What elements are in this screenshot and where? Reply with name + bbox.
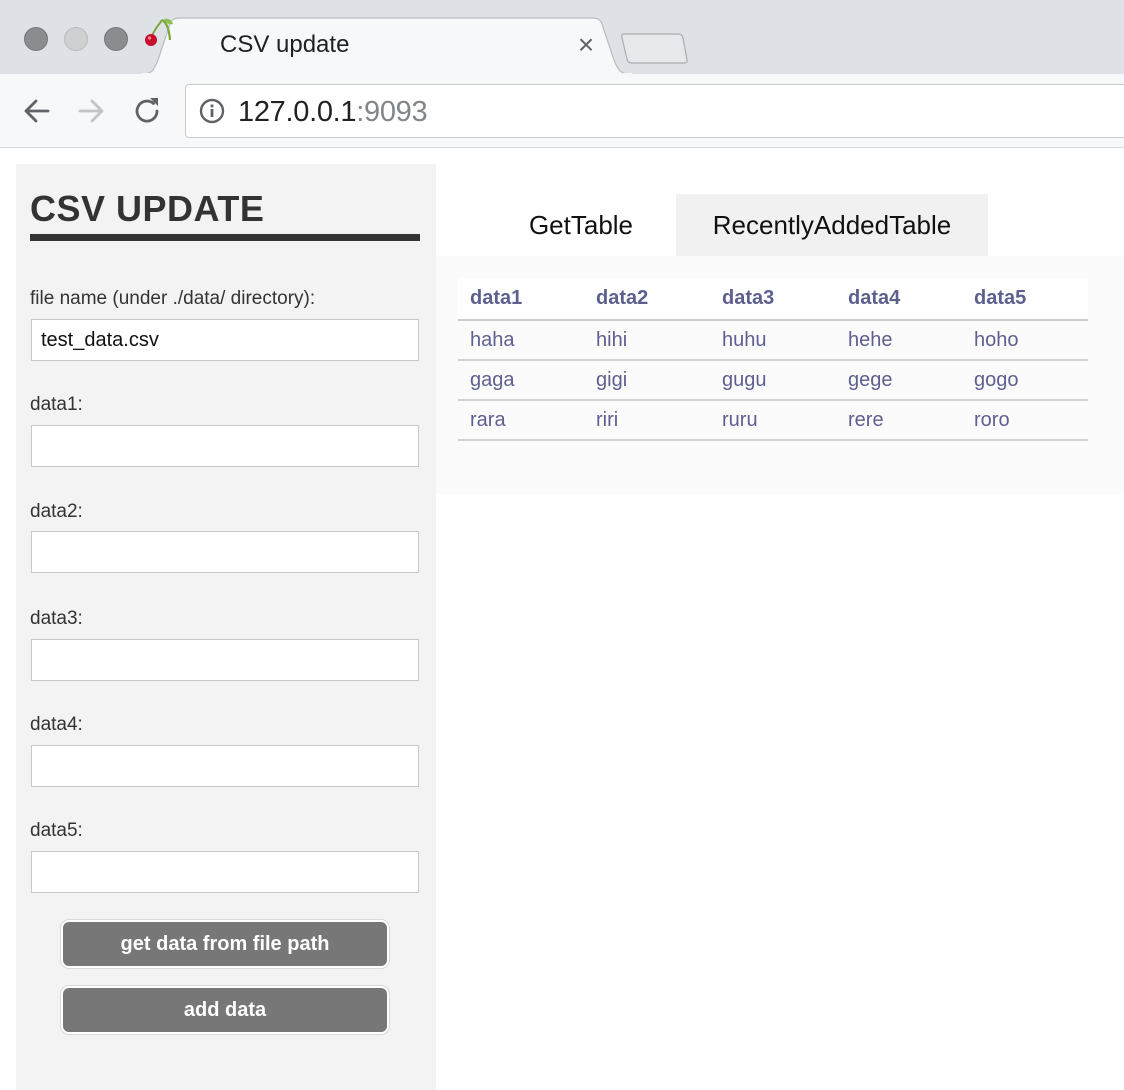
data1-label: data1: — [30, 394, 83, 415]
table-cell: gogo — [962, 360, 1088, 401]
table-cell: gigi — [584, 360, 710, 401]
window-maximize-button[interactable] — [104, 27, 128, 51]
address-bar[interactable]: 127.0.0.1:9093 — [185, 84, 1124, 138]
info-circle-icon[interactable] — [198, 97, 226, 125]
table-cell: rere — [836, 400, 962, 441]
new-tab-button[interactable] — [620, 30, 690, 66]
tab-recently-added-table[interactable]: RecentlyAddedTable — [676, 194, 988, 256]
cherry-icon — [145, 18, 173, 46]
data-table: data1 data2 data3 data4 data5 haha hihi … — [458, 278, 1088, 441]
column-header: data5 — [962, 278, 1088, 321]
get-data-button[interactable]: get data from file path — [61, 920, 389, 968]
data2-label: data2: — [30, 501, 83, 522]
window-minimize-button[interactable] — [64, 27, 88, 51]
table-cell: gugu — [710, 360, 836, 401]
data2-input[interactable] — [31, 531, 419, 573]
table-panel: data1 data2 data3 data4 data5 haha hihi … — [436, 256, 1124, 494]
column-header: data3 — [710, 278, 836, 321]
close-icon[interactable]: × — [574, 31, 598, 59]
title-divider — [30, 234, 420, 241]
data3-input[interactable] — [31, 639, 419, 681]
arrow-right-icon[interactable] — [72, 92, 110, 130]
data1-input[interactable] — [31, 425, 419, 467]
browser-tabstrip: CSV update × — [0, 0, 1124, 76]
table-cell: ruru — [710, 400, 836, 441]
arrow-left-icon[interactable] — [18, 92, 56, 130]
add-data-button[interactable]: add data — [61, 986, 389, 1034]
data5-input[interactable] — [31, 851, 419, 893]
table-cell: haha — [458, 320, 584, 361]
browser-tab-active[interactable]: CSV update × — [142, 16, 632, 76]
data4-input[interactable] — [31, 745, 419, 787]
table-cell: hoho — [962, 320, 1088, 361]
url-host: 127.0.0.1 — [238, 96, 357, 128]
main-content: GetTable RecentlyAddedTable data1 data2 … — [436, 164, 1124, 494]
url-text[interactable]: 127.0.0.1:9093 — [238, 96, 428, 129]
file-name-label: file name (under ./data/ directory): — [30, 288, 316, 309]
table-cell: hehe — [836, 320, 962, 361]
table-cell: roro — [962, 400, 1088, 441]
page-title: CSV UPDATE — [30, 188, 265, 229]
reload-icon[interactable] — [128, 92, 166, 130]
table-cell: huhu — [710, 320, 836, 361]
url-port: :9093 — [356, 96, 428, 128]
table-cell: gege — [836, 360, 962, 401]
tab-get-table[interactable]: GetTable — [502, 194, 660, 256]
table-cell: gaga — [458, 360, 584, 401]
table-row: gaga gigi gugu gege gogo — [458, 360, 1088, 401]
table-cell: hihi — [584, 320, 710, 361]
data3-label: data3: — [30, 608, 83, 629]
column-header: data1 — [458, 278, 584, 321]
file-name-input[interactable] — [31, 319, 419, 361]
column-header: data2 — [584, 278, 710, 321]
tab-title: CSV update — [220, 31, 350, 58]
tab-shape — [142, 17, 632, 76]
table-cell: riri — [584, 400, 710, 441]
data5-label: data5: — [30, 820, 83, 841]
table-header-row: data1 data2 data3 data4 data5 — [458, 278, 1088, 321]
column-header: data4 — [836, 278, 962, 321]
csv-update-sidebar: CSV UPDATE file name (under ./data/ dire… — [16, 164, 436, 1090]
window-close-button[interactable] — [24, 27, 48, 51]
browser-toolbar: 127.0.0.1:9093 — [0, 74, 1124, 148]
table-row: rara riri ruru rere roro — [458, 400, 1088, 441]
table-cell: rara — [458, 400, 584, 441]
data4-label: data4: — [30, 714, 83, 735]
table-row: haha hihi huhu hehe hoho — [458, 320, 1088, 361]
